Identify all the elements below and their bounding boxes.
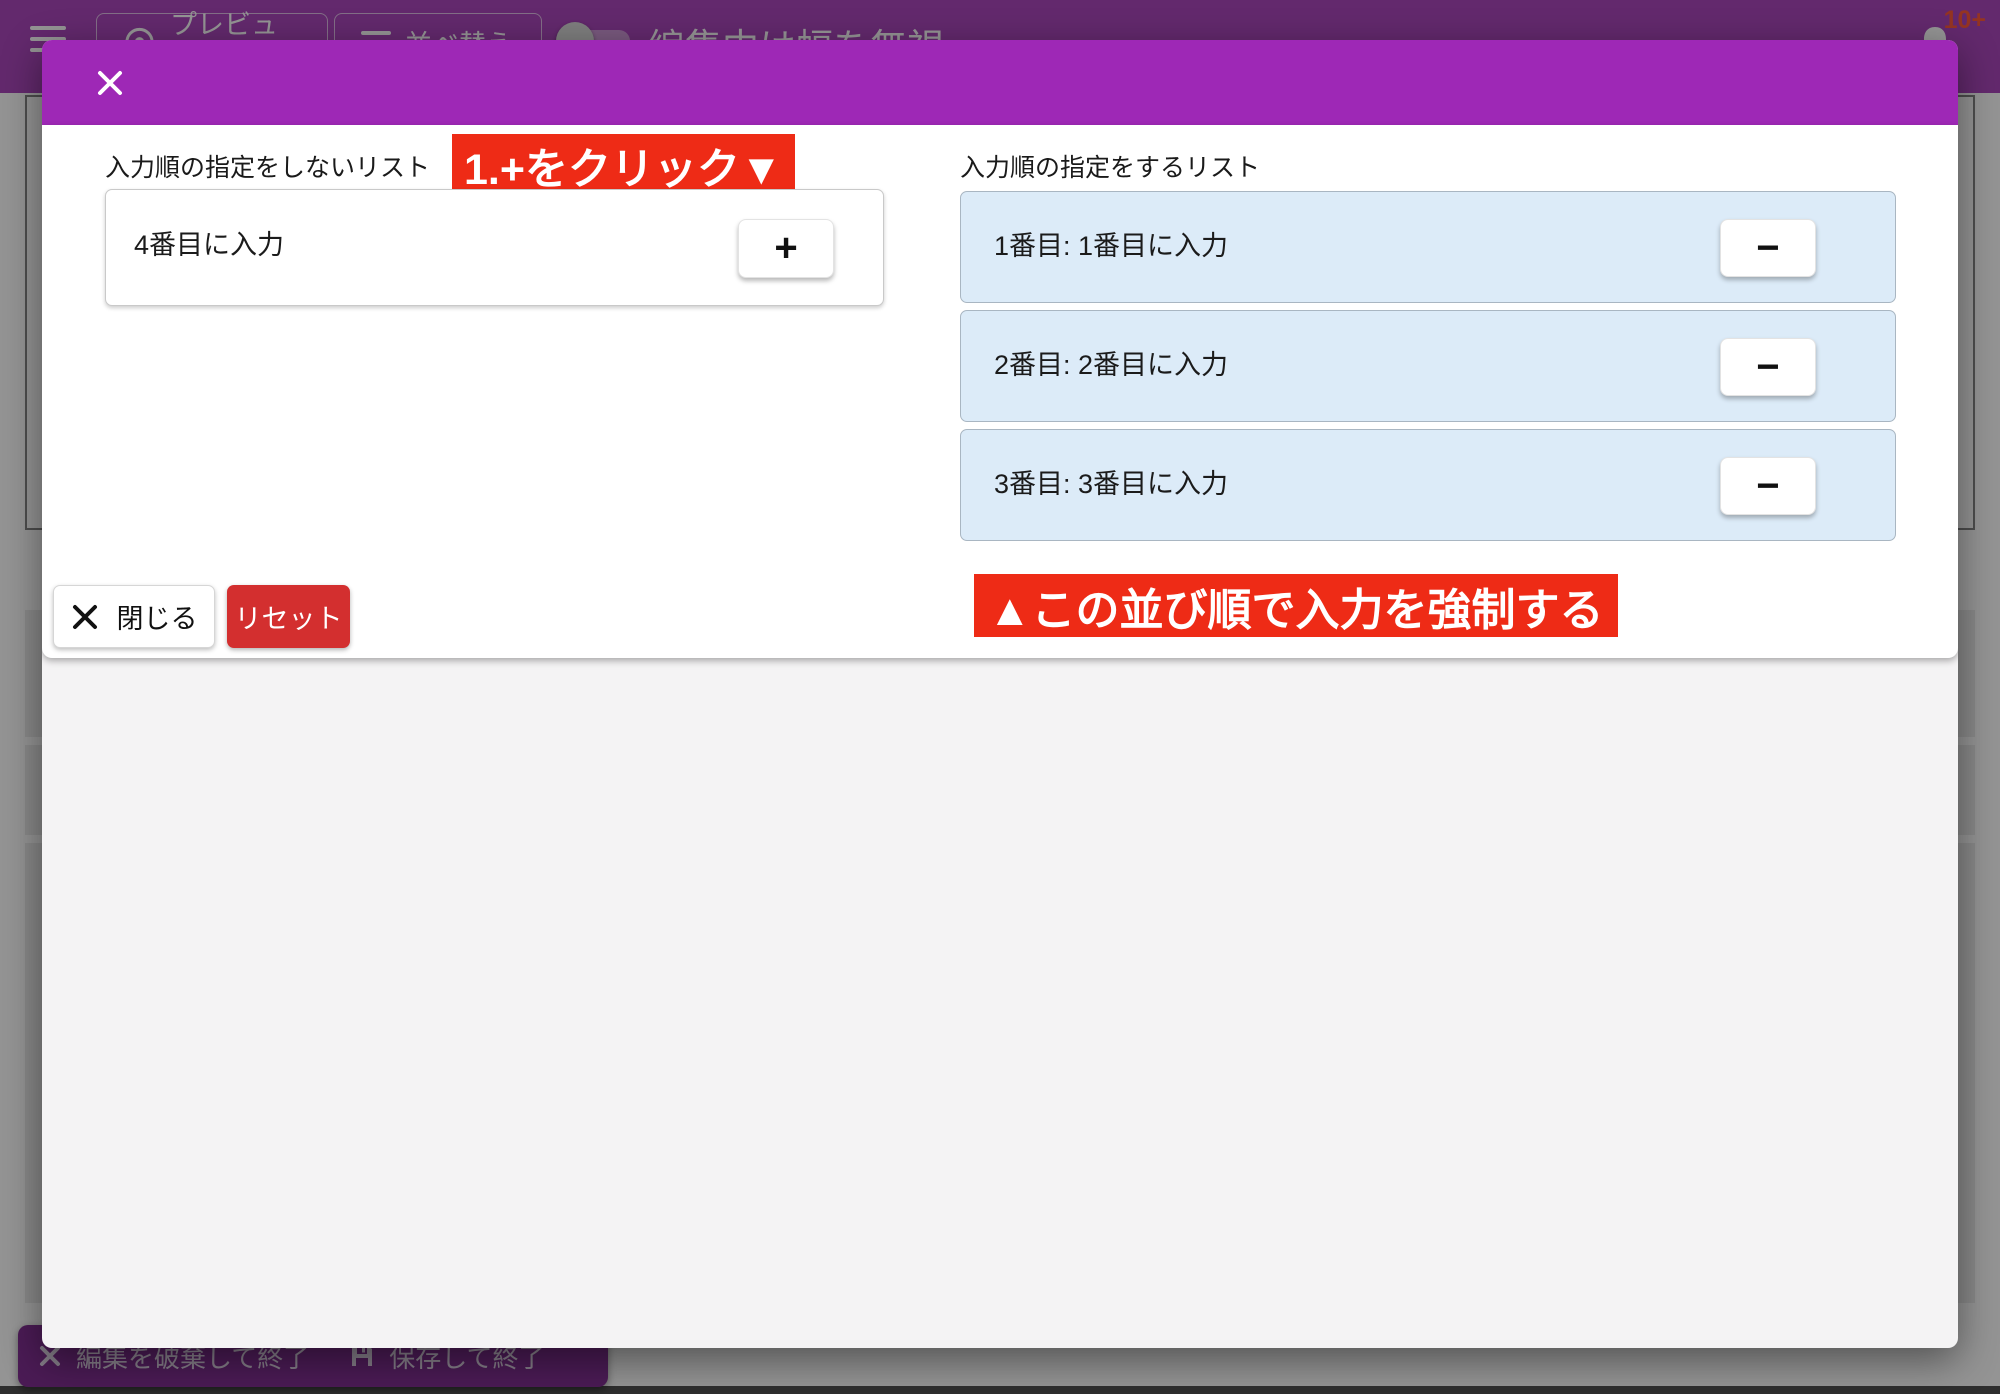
item-label: 1番目: 1番目に入力 (994, 224, 1228, 263)
annotation-step1: 1.+をクリック▼ (452, 134, 795, 197)
remove-button[interactable]: − (1720, 219, 1816, 277)
item-label: 2番目: 2番目に入力 (994, 343, 1228, 382)
item-label: 3番目: 3番目に入力 (994, 462, 1228, 501)
unordered-list-heading: 入力順の指定をしないリスト (105, 148, 430, 184)
input-order-dialog: 入力順の指定をしないリスト 1.+をクリック▼ 4番目に入力 + 入力順の指定を… (42, 40, 1958, 1348)
ordered-list-item: 2番目: 2番目に入力 − (960, 310, 1896, 422)
remove-button[interactable]: − (1720, 457, 1816, 515)
remove-button[interactable]: − (1720, 338, 1816, 396)
dialog-close-button[interactable]: 閉じる (53, 585, 215, 648)
ordered-list: 1番目: 1番目に入力 − 2番目: 2番目に入力 − 3番目: 3番目に入力 … (960, 191, 1896, 541)
annotation-step2: ▲この並び順で入力を強制する (974, 574, 1618, 637)
close-icon (71, 603, 99, 631)
close-icon[interactable] (94, 67, 126, 99)
ordered-list-heading: 入力順の指定をするリスト (960, 148, 1260, 184)
ordered-list-item: 1番目: 1番目に入力 − (960, 191, 1896, 303)
reset-button[interactable]: リセット (227, 585, 350, 648)
ordered-list-item: 3番目: 3番目に入力 − (960, 429, 1896, 541)
add-button[interactable]: + (738, 219, 834, 278)
item-label: 4番目に入力 (134, 223, 284, 262)
close-label: 閉じる (117, 597, 198, 636)
dialog-header (42, 40, 1958, 125)
screen: プレビュー 並べ替え 編集中は幅を無視 10+ (0, 0, 2000, 1394)
unordered-list-item: 4番目に入力 + (105, 189, 884, 306)
